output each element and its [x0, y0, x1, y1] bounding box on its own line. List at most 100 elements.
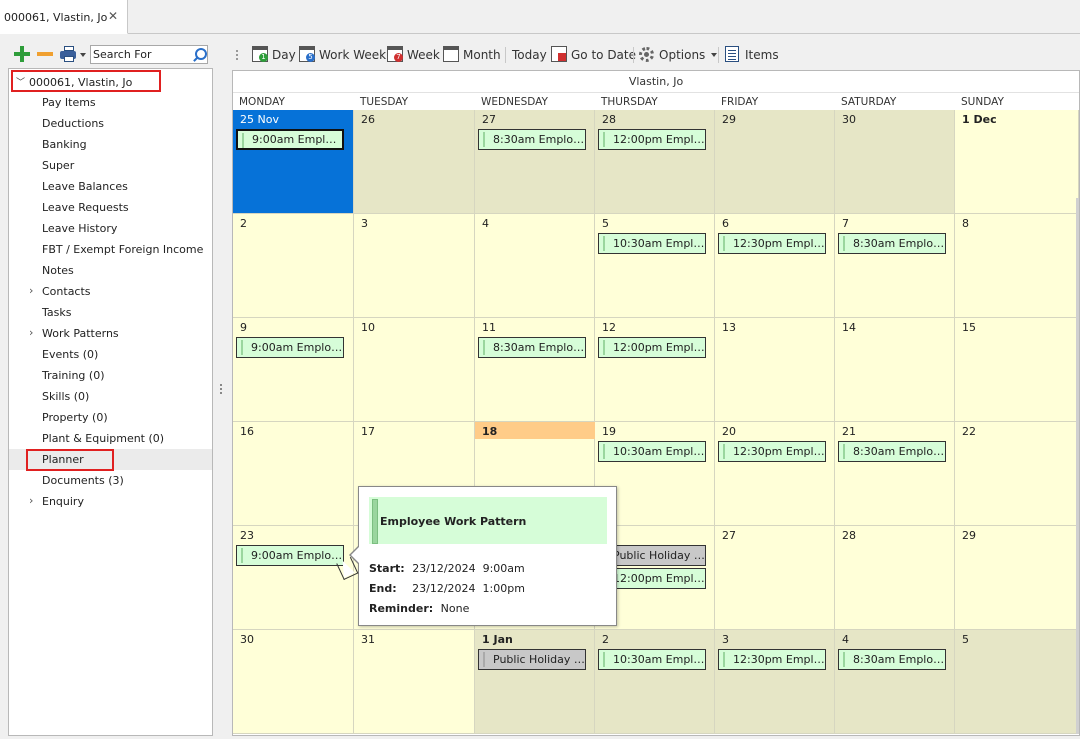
day-cell[interactable]: 1 Dec [955, 110, 1079, 214]
work-pattern-appointment[interactable]: 10:30am Employee Work Pattern [598, 441, 706, 462]
close-tab-icon[interactable]: ✕ [108, 9, 118, 23]
day-cell[interactable]: 31 [354, 630, 475, 734]
panel-splitter-handle[interactable] [219, 384, 223, 396]
toolbar-grip[interactable] [236, 50, 238, 60]
day-cell[interactable]: 4 [475, 214, 595, 318]
day-cell[interactable]: 27 [715, 526, 835, 630]
tree-item-leave-history[interactable]: Leave History [9, 218, 212, 239]
day-cell[interactable]: 9 9:00am Employee Work Pattern [233, 318, 354, 422]
day-view-button[interactable]: 1 Day [252, 45, 296, 65]
tree-item-events-0[interactable]: Events (0) [9, 344, 212, 365]
day-cell[interactable]: 4 8:30am Employee Work Pattern [835, 630, 955, 734]
day-cell[interactable]: 3 [354, 214, 475, 318]
day-cell[interactable]: 5 [955, 630, 1079, 734]
tree-item-notes[interactable]: Notes [9, 260, 212, 281]
day-cell[interactable]: 6 12:30pm Employee Work Pattern [715, 214, 835, 318]
chevron-right-icon[interactable]: › [29, 326, 33, 339]
tree-item-skills-0[interactable]: Skills (0) [9, 386, 212, 407]
items-button[interactable]: Items [725, 45, 779, 65]
day-cell[interactable]: 13 [715, 318, 835, 422]
search-icon[interactable] [191, 47, 207, 63]
options-button[interactable]: Options [639, 45, 717, 65]
tree-item-tasks[interactable]: Tasks [9, 302, 212, 323]
work-pattern-appointment[interactable]: 12:00pm Employee Work Pattern [598, 129, 706, 150]
day-cell[interactable]: 20 12:30pm Employee Work Pattern [715, 422, 835, 526]
day-cell[interactable]: 2 [233, 214, 354, 318]
work-pattern-appointment[interactable]: 12:30pm Employee Work Pattern [718, 233, 826, 254]
day-cell[interactable]: 1 Jan Public Holiday - New Year's Day [475, 630, 595, 734]
day-cell[interactable]: 29 [955, 526, 1079, 630]
add-plus-icon[interactable] [14, 46, 30, 62]
tree-item-leave-requests[interactable]: Leave Requests [9, 197, 212, 218]
tree-item-training-0[interactable]: Training (0) [9, 365, 212, 386]
tree-item-banking[interactable]: Banking [9, 134, 212, 155]
remove-minus-icon[interactable] [37, 52, 53, 56]
gear-icon [639, 47, 654, 62]
work-pattern-appointment[interactable]: 10:30am Employee Work Pattern [598, 233, 706, 254]
month-calendar: Vlastin, Jo MONDAY TUESDAY WEDNESDAY THURSD… [232, 70, 1080, 736]
work-pattern-appointment[interactable]: 12:00pm Employee Work Pattern [598, 337, 706, 358]
print-dropdown-arrow-icon[interactable] [80, 53, 86, 57]
week-view-button[interactable]: 7 Week [387, 45, 440, 65]
chevron-down-icon[interactable]: ﹀ [16, 75, 25, 88]
day-number: 28 [842, 529, 856, 542]
tree-item-work-patterns[interactable]: › Work Patterns [9, 323, 212, 344]
work-pattern-appointment[interactable]: 8:30am Employee Work Pattern [838, 441, 946, 462]
day-cell[interactable]: 15 [955, 318, 1079, 422]
tree-item-fbt-exempt-foreign-income[interactable]: FBT / Exempt Foreign Income [9, 239, 212, 260]
day-cell[interactable]: 30 [233, 630, 354, 734]
day-cell[interactable]: 28 [835, 526, 955, 630]
go-to-date-button[interactable]: Go to Date [551, 45, 636, 65]
search-input[interactable] [93, 47, 187, 62]
tree-item-property-0[interactable]: Property (0) [9, 407, 212, 428]
day-cell[interactable]: 2 10:30am Employee Work Pattern [595, 630, 715, 734]
tree-item-plant-equipment-0[interactable]: Plant & Equipment (0) [9, 428, 212, 449]
document-tab[interactable]: 000061, Vlastin, Jo ✕ [0, 0, 128, 34]
work-week-view-button[interactable]: 5 Work Week [299, 45, 386, 65]
work-pattern-appointment[interactable]: 10:30am Employee Work Pattern [598, 649, 706, 670]
tree-root-employee[interactable]: ﹀ 000061, Vlastin, Jo [11, 70, 161, 92]
tree-item-documents-3[interactable]: Documents (3) [9, 470, 212, 491]
day-cell[interactable]: 7 8:30am Employee Work Pattern [835, 214, 955, 318]
chevron-right-icon[interactable]: › [29, 284, 33, 297]
tree-item-planner[interactable]: Planner [9, 449, 212, 471]
work-pattern-appointment[interactable]: 12:30pm Employee Work Pattern [718, 441, 826, 462]
tree-item-super[interactable]: Super [9, 155, 212, 176]
day-cell[interactable]: 11 8:30am Employee Work Pattern [475, 318, 595, 422]
day-cell[interactable]: 23 9:00am Employee Work Pattern [233, 526, 354, 630]
day-cell[interactable]: 16 [233, 422, 354, 526]
tree-item-deductions[interactable]: Deductions [9, 113, 212, 134]
work-pattern-appointment[interactable]: 8:30am Employee Work Pattern [838, 649, 946, 670]
day-cell[interactable]: 25 Nov 9:00am Employee Work Pattern [233, 110, 354, 214]
work-pattern-appointment[interactable]: 8:30am Employee Work Pattern [478, 129, 586, 150]
day-cell[interactable]: 26 [354, 110, 475, 214]
work-pattern-appointment[interactable]: 12:30pm Employee Work Pattern [718, 649, 826, 670]
work-pattern-appointment[interactable]: 9:00am Employee Work Pattern [236, 129, 344, 150]
chevron-right-icon[interactable]: › [29, 494, 33, 507]
day-cell[interactable]: 8 [955, 214, 1079, 318]
day-cell[interactable]: 14 [835, 318, 955, 422]
day-cell[interactable]: 5 10:30am Employee Work Pattern [595, 214, 715, 318]
day-cell[interactable]: 29 [715, 110, 835, 214]
printer-icon[interactable] [60, 46, 78, 62]
today-button[interactable]: Today [512, 45, 547, 65]
day-cell[interactable]: 12 12:00pm Employee Work Pattern [595, 318, 715, 422]
tree-item-pay-items[interactable]: Pay Items [9, 92, 212, 113]
work-pattern-appointment[interactable]: 9:00am Employee Work Pattern [236, 337, 344, 358]
work-pattern-appointment[interactable]: 8:30am Employee Work Pattern [478, 337, 586, 358]
day-cell[interactable]: 30 [835, 110, 955, 214]
tree-item-contacts[interactable]: › Contacts [9, 281, 212, 302]
day-cell[interactable]: 10 [354, 318, 475, 422]
day-cell[interactable]: 27 8:30am Employee Work Pattern [475, 110, 595, 214]
tree-item-enquiry[interactable]: › Enquiry [9, 491, 212, 512]
day-cell[interactable]: 22 [955, 422, 1079, 526]
work-pattern-appointment[interactable]: 8:30am Employee Work Pattern [838, 233, 946, 254]
calendar-vertical-scrollbar[interactable] [1076, 198, 1079, 734]
day-cell[interactable]: 28 12:00pm Employee Work Pattern [595, 110, 715, 214]
day-cell[interactable]: 3 12:30pm Employee Work Pattern [715, 630, 835, 734]
day-cell[interactable]: 21 8:30am Employee Work Pattern [835, 422, 955, 526]
month-view-button[interactable]: Month [443, 45, 501, 65]
work-pattern-appointment[interactable]: 9:00am Employee Work Pattern [236, 545, 344, 566]
public-holiday-appointment[interactable]: Public Holiday - New Year's Day [478, 649, 586, 670]
tree-item-leave-balances[interactable]: Leave Balances [9, 176, 212, 197]
